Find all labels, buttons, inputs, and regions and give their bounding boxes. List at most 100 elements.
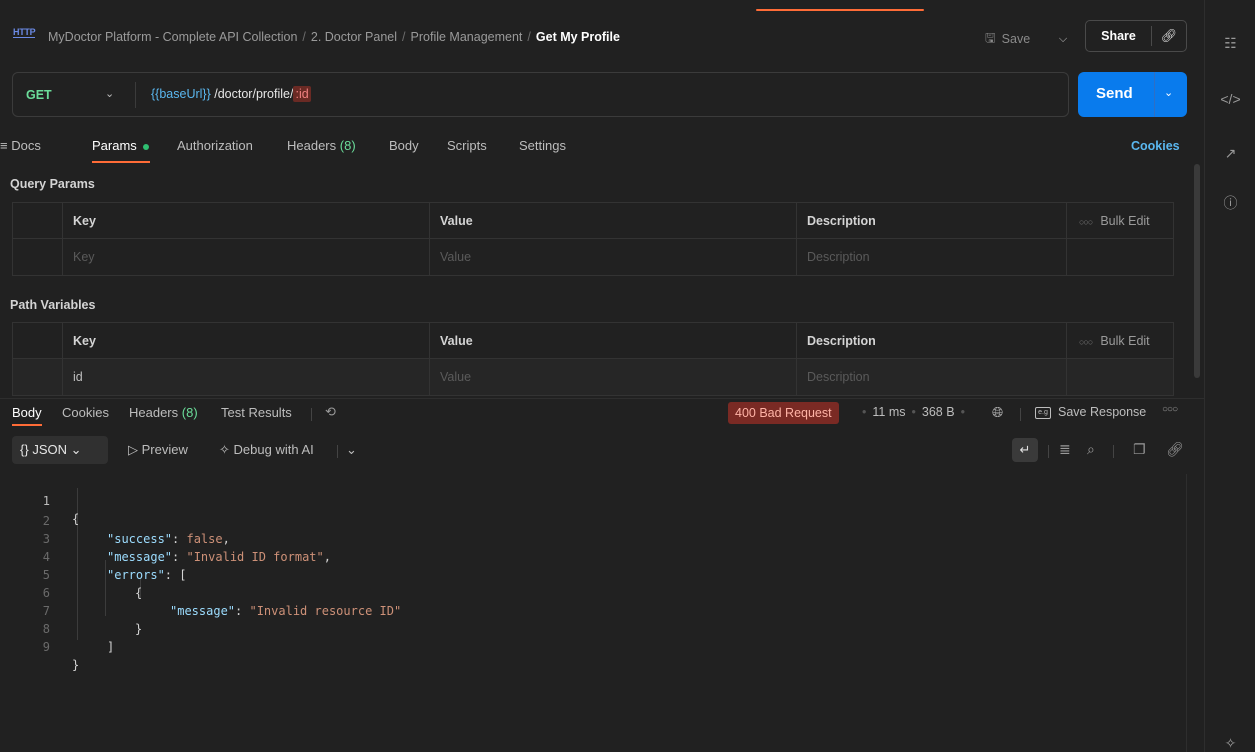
code-line: 5 {: [42, 568, 143, 600]
url-variable: {{baseUrl}}: [151, 87, 211, 101]
tab-params[interactable]: Params: [92, 138, 149, 153]
response-meta: • 11 ms • 368 B •: [862, 405, 965, 419]
bulk-edit-button[interactable]: ○○○ Bulk Edit: [1066, 323, 1174, 359]
response-tab-test-results[interactable]: Test Results: [221, 405, 292, 420]
http-request-icon: HTTP: [13, 27, 36, 38]
value-input[interactable]: Value: [429, 239, 796, 275]
tab-settings[interactable]: Settings: [519, 138, 566, 153]
method-select[interactable]: GET: [26, 88, 52, 102]
main-panel: HTTP MyDoctor Platform - Complete API Co…: [0, 0, 1204, 752]
info-icon[interactable]: ⓘ: [1205, 188, 1255, 218]
code-line: 1 {: [42, 494, 80, 526]
request-header: HTTP MyDoctor Platform - Complete API Co…: [0, 12, 1204, 60]
tab-body[interactable]: Body: [389, 138, 419, 153]
debug-with-ai-button[interactable]: ✧ Debug with AI: [219, 442, 314, 458]
right-sidebar: ☷ </> ↗ ⓘ ✧: [1204, 0, 1255, 752]
breadcrumb-folder-doctor-panel[interactable]: 2. Doctor Panel: [311, 30, 397, 44]
response-tab-headers[interactable]: Headers (8): [129, 405, 198, 420]
response-tab-cookies[interactable]: Cookies: [62, 405, 109, 420]
share-group: Share 🔗︎: [1085, 20, 1187, 52]
column-header-key: Key: [62, 323, 429, 359]
path-variables-table: Key Value Description ○○○ Bulk Edit id Va…: [12, 322, 1174, 396]
copy-icon[interactable]: ❐: [1133, 441, 1146, 458]
related-collections-icon[interactable]: ↗: [1205, 138, 1255, 168]
table-header-row: Key Value Description ○○○ Bulk Edit: [13, 203, 1173, 239]
table-header-row: Key Value Description ○○○ Bulk Edit: [13, 323, 1173, 359]
query-params-table: Key Value Description ○○○ Bulk Edit Key V…: [12, 202, 1174, 276]
save-button[interactable]: 🖫 Save: [985, 26, 1030, 52]
key-input[interactable]: Key: [62, 239, 429, 275]
description-input[interactable]: Description: [796, 239, 1066, 275]
copy-link-icon[interactable]: 🔗︎: [1152, 28, 1186, 44]
request-scrollbar[interactable]: [1194, 164, 1200, 378]
status-badge[interactable]: 400 Bad Request: [728, 402, 839, 424]
preview-button[interactable]: ▷ Preview: [128, 442, 188, 458]
response-body-editor[interactable]: 1 { 2 "success": false, 3 "message": "In…: [0, 474, 1190, 752]
send-options-chevron-icon[interactable]: ⌄: [1164, 86, 1173, 99]
more-options-icon: ○○○: [1079, 336, 1093, 347]
tab-active-underline: [12, 424, 42, 426]
path-variables-title: Path Variables: [10, 298, 96, 312]
description-input[interactable]: Description: [796, 359, 1066, 395]
breadcrumb-collection[interactable]: MyDoctor Platform - Complete API Collect…: [48, 30, 297, 44]
chevron-down-icon[interactable]: ⌄: [105, 87, 114, 100]
format-select[interactable]: {} JSON ⌄: [12, 436, 108, 464]
tab-headers[interactable]: Headers (8): [287, 138, 356, 153]
comments-icon[interactable]: ☷: [1205, 28, 1255, 58]
code-line: 3 "message": "Invalid ID format",: [42, 532, 331, 564]
wrap-lines-icon[interactable]: ↵: [1012, 438, 1038, 462]
save-label: Save: [1001, 32, 1031, 46]
globe-icon[interactable]: 🌐︎: [992, 404, 1003, 421]
tab-docs[interactable]: ≡ Docs: [0, 138, 41, 153]
divider: [135, 82, 136, 108]
response-time[interactable]: 11 ms: [872, 405, 905, 419]
share-button[interactable]: Share: [1086, 26, 1152, 46]
tab-active-underline: [92, 161, 150, 163]
more-options-icon[interactable]: ○○○: [1162, 404, 1178, 415]
send-label: Send: [1096, 85, 1133, 102]
value-input[interactable]: Value: [429, 359, 796, 395]
save-options-chevron-icon[interactable]: ⌵: [1053, 26, 1073, 52]
response-scrollbar[interactable]: [1186, 474, 1187, 752]
url-input[interactable]: {{baseUrl}} /doctor/profile/:id: [151, 86, 311, 102]
response-bar: Body Cookies Headers (8) Test Results ⟲ …: [0, 398, 1204, 428]
more-options-icon: ○○○: [1079, 216, 1093, 227]
copy-link-icon[interactable]: 🔗︎: [1166, 441, 1184, 458]
debug-options-chevron-icon[interactable]: ⌄: [346, 442, 357, 458]
code-line: 8 ]: [42, 622, 115, 654]
bulk-edit-button[interactable]: ○○○ Bulk Edit: [1066, 203, 1174, 239]
code-line: 2 "success": false,: [42, 514, 230, 546]
send-button[interactable]: Send ⌄: [1078, 72, 1187, 117]
tab-authorization[interactable]: Authorization: [177, 138, 253, 153]
docs-icon: ≡: [0, 138, 8, 153]
history-icon[interactable]: ⟲: [325, 404, 336, 420]
column-header-description: Description: [796, 203, 1066, 239]
code-line: 7 }: [42, 604, 143, 636]
table-row: Key Value Description: [13, 239, 1173, 275]
save-response-icon: e.g: [1035, 407, 1051, 419]
filter-icon[interactable]: ≣: [1059, 441, 1071, 458]
sparkle-icon: ✧: [219, 442, 230, 457]
sparkle-icon[interactable]: ✧: [1205, 728, 1255, 752]
save-response-button[interactable]: Save Response: [1058, 405, 1146, 419]
url-bar: GET ⌄ {{baseUrl}} /doctor/profile/:id: [12, 72, 1069, 117]
code-line: 6 "message": "Invalid resource ID": [42, 586, 402, 618]
request-name[interactable]: Get My Profile: [536, 30, 620, 44]
query-params-title: Query Params: [10, 177, 95, 191]
response-size[interactable]: 368 B: [922, 405, 955, 419]
url-path: /doctor/profile/: [210, 87, 294, 101]
table-row: id Value Description: [13, 359, 1173, 395]
column-header-description: Description: [796, 323, 1066, 359]
code-line: 9 }: [42, 640, 80, 672]
response-tab-body[interactable]: Body: [12, 405, 42, 420]
breadcrumb-folder-profile[interactable]: Profile Management: [411, 30, 523, 44]
request-tabs: ≡ Docs Params Authorization Headers (8) …: [0, 134, 1204, 164]
params-active-dot: [142, 143, 149, 150]
code-icon[interactable]: </>: [1205, 84, 1255, 114]
save-icon: 🖫: [985, 30, 996, 45]
chevron-down-icon: ⌄: [70, 442, 82, 457]
key-input[interactable]: id: [62, 359, 429, 395]
search-icon[interactable]: ⌕: [1087, 441, 1095, 458]
cookies-link[interactable]: Cookies: [1131, 139, 1180, 153]
tab-scripts[interactable]: Scripts: [447, 138, 487, 153]
